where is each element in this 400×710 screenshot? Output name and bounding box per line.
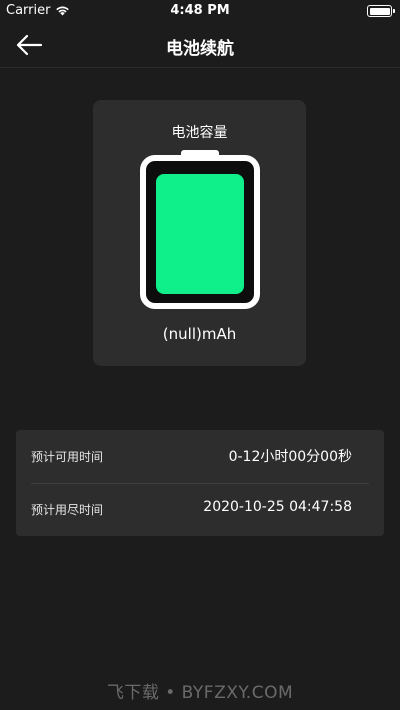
page-title: 电池续航: [166, 39, 234, 59]
status-time: 4:48 PM: [170, 3, 230, 18]
battery-icon-fill: [369, 7, 390, 15]
battery-capacity-card: 电池容量 (null)mAh: [93, 100, 306, 366]
status-bar: Carrier 4:48 PM: [0, 0, 400, 22]
battery-icon: [367, 5, 395, 17]
battery-time-card: 预计可用时间 0-12小时00分00秒 预计用尽时间 2020-10-25 04…: [16, 430, 384, 536]
depletion-time-value: 2020-10-25 04:47:58: [203, 499, 352, 515]
battery-level-fill: [156, 174, 244, 294]
available-time-value: 0-12小时00分00秒: [228, 449, 352, 465]
depletion-time-label: 预计用尽时间: [31, 503, 104, 517]
battery-capacity-title: 电池容量: [171, 125, 228, 141]
nav-bar: 电池续航: [0, 22, 400, 68]
info-row-depletion-time: 预计用尽时间 2020-10-25 04:47:58: [16, 483, 384, 536]
available-time-label: 预计可用时间: [31, 450, 104, 464]
info-row-available-time: 预计可用时间 0-12小时00分00秒: [16, 430, 384, 483]
watermark: 飞下载 • BYFZXY.COM: [106, 683, 294, 703]
battery-large-icon: [140, 150, 260, 309]
battery-capacity-value: (null)mAh: [162, 325, 237, 343]
